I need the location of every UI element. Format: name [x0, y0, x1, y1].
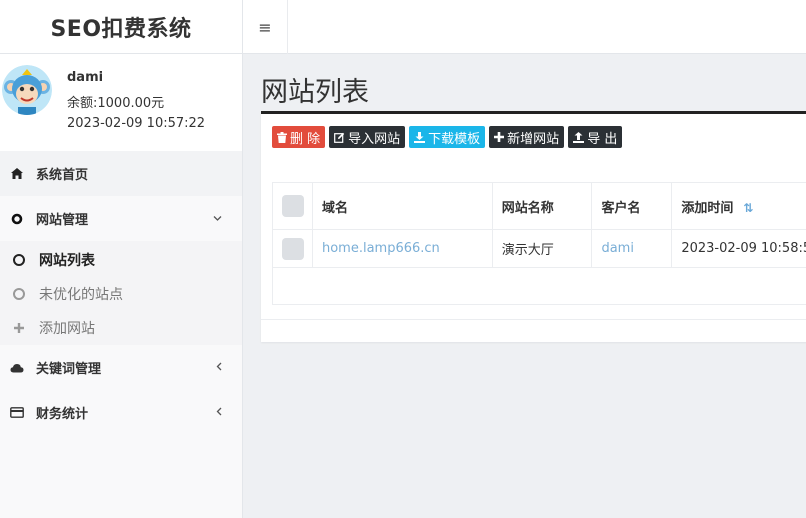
site-list-panel: 删 除 导入网站 下载模板 新增网站 导 出 域名 网站名称 客户名 添加时间 …: [261, 111, 806, 342]
domain-cell: home.lamp666.cn: [311, 229, 493, 268]
table-header-row: 域名 网站名称 客户名 添加时间 ⇅: [272, 182, 806, 230]
chevron-left-icon: [216, 362, 222, 374]
brand-title: SEO扣费系统: [0, 0, 243, 54]
download-template-button-label: 下载模板: [428, 131, 481, 147]
column-header-label: 添加时间: [681, 200, 734, 216]
circle-outline-icon: [12, 254, 25, 267]
sidebar-item-home[interactable]: 系统首页: [0, 151, 242, 196]
sidebar: dami 余额:1000.00元 2023-02-09 10:57:22 系统首…: [0, 54, 243, 518]
toolbar: 删 除 导入网站 下载模板 新增网站 导 出: [272, 126, 623, 148]
table-row: home.lamp666.cn 演示大厅 dami 2023-02-09 10:…: [272, 229, 806, 268]
domain-link[interactable]: home.lamp666.cn: [322, 241, 440, 256]
export-button-label: 导 出: [587, 131, 618, 147]
user-panel: dami 余额:1000.00元 2023-02-09 10:57:22: [0, 54, 242, 151]
sidebar-item-site-management[interactable]: 网站管理: [0, 196, 242, 241]
import-sites-button-label: 导入网站: [348, 131, 401, 147]
sidebar-item-finance[interactable]: 财务统计: [0, 390, 242, 435]
import-sites-button[interactable]: 导入网站: [329, 126, 406, 148]
select-all-cell: [272, 182, 313, 230]
download-template-button[interactable]: 下载模板: [409, 126, 486, 148]
table-row-empty: [272, 267, 806, 305]
customer-cell: dami: [591, 229, 673, 268]
circle-icon: [10, 212, 24, 226]
circle-outline-icon: [12, 288, 25, 301]
user-name: dami: [67, 70, 104, 85]
home-icon: [10, 167, 24, 181]
export-button[interactable]: 导 出: [568, 126, 623, 148]
column-header-added-time[interactable]: 添加时间 ⇅: [671, 182, 806, 230]
sidebar-subitem-add-site[interactable]: 添加网站: [0, 311, 242, 345]
sidebar-item-keyword-management[interactable]: 关键词管理: [0, 345, 242, 390]
site-table: 域名 网站名称 客户名 添加时间 ⇅ home.lamp666.cn 演示大厅 d…: [272, 182, 806, 305]
plus-icon: [494, 132, 505, 142]
top-bar: SEO扣费系统 ≡: [0, 0, 806, 54]
chevron-down-icon: [213, 213, 222, 224]
credit-card-icon: [10, 406, 24, 420]
row-checkbox[interactable]: [282, 237, 304, 260]
trash-icon: [277, 131, 287, 143]
row-select-cell: [272, 229, 313, 268]
empty-row-cell: [272, 267, 806, 305]
sidebar-subitem-label: 网站列表: [39, 253, 95, 269]
hamburger-icon: ≡: [258, 17, 272, 37]
site-management-submenu: 网站列表 未优化的站点 添加网站: [0, 241, 242, 345]
user-login-time: 2023-02-09 10:57:22: [67, 116, 206, 131]
column-header-customer: 客户名: [591, 182, 673, 230]
sidebar-item-label: 系统首页: [36, 168, 89, 183]
customer-link[interactable]: dami: [601, 241, 634, 256]
cloud-icon: [10, 361, 24, 375]
sidebar-subitem-site-list[interactable]: 网站列表: [0, 243, 242, 277]
site-name-cell: 演示大厅: [491, 229, 593, 268]
add-site-button-label: 新增网站: [507, 131, 560, 147]
menu-toggle-button[interactable]: ≡: [243, 0, 288, 54]
sidebar-item-label: 网站管理: [36, 213, 89, 228]
select-all-checkbox[interactable]: [282, 195, 304, 217]
panel-footer: [261, 319, 806, 320]
page-title: 网站列表: [261, 77, 369, 108]
avatar: [2, 65, 52, 115]
sidebar-subitem-label: 未优化的站点: [39, 287, 123, 303]
added-time-cell: 2023-02-09 10:58:54: [671, 229, 806, 268]
column-header-site-name: 网站名称: [491, 182, 593, 230]
sort-icon[interactable]: ⇅: [743, 201, 753, 215]
user-balance: 余额:1000.00元: [67, 96, 165, 111]
sidebar-subitem-unoptimized[interactable]: 未优化的站点: [0, 277, 242, 311]
sidebar-item-label: 财务统计: [36, 407, 89, 422]
delete-button-label: 删 除: [290, 131, 321, 147]
delete-button[interactable]: 删 除: [272, 126, 326, 148]
edit-icon: [334, 132, 345, 143]
column-header-domain: 域名: [311, 182, 493, 230]
add-site-button[interactable]: 新增网站: [489, 126, 565, 148]
sidebar-item-label: 关键词管理: [36, 362, 102, 377]
chevron-left-icon: [216, 407, 222, 419]
sidebar-subitem-label: 添加网站: [39, 321, 95, 337]
download-icon: [414, 131, 426, 143]
export-icon: [573, 131, 585, 143]
plus-icon: [12, 322, 25, 335]
